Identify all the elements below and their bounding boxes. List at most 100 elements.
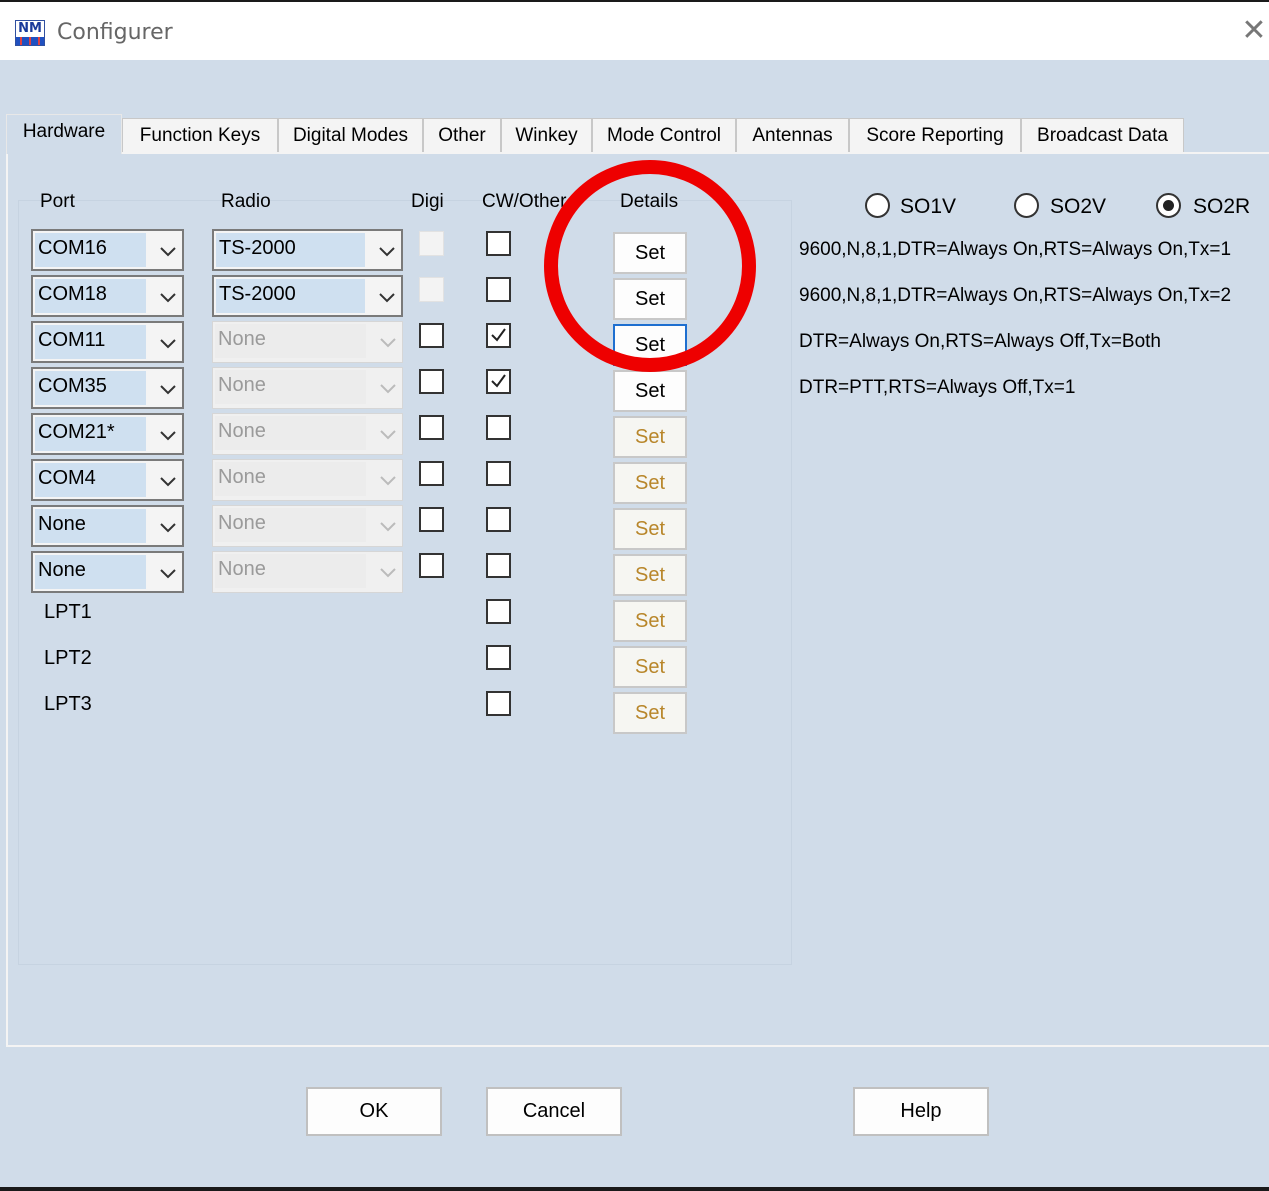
port-detail-text: 9600,N,8,1,DTR=Always On,RTS=Always On,T… (799, 239, 1232, 260)
digi-checkbox[interactable] (419, 553, 444, 578)
cw-other-checkbox[interactable] (486, 277, 511, 302)
digi-checkbox (419, 277, 444, 302)
lpt3-label: LPT3 (44, 693, 92, 715)
details-set-button: Set (613, 508, 687, 550)
so1v-label: SO1V (900, 195, 957, 218)
chevron-down-icon (378, 380, 398, 396)
details-column-header: Details (620, 191, 679, 212)
radio-select-value: None (215, 554, 366, 588)
port-select-value: COM18 (35, 279, 146, 313)
details-set-button: Set (613, 416, 687, 458)
port-select-value: COM16 (35, 233, 146, 267)
details-set-button[interactable]: Set (613, 324, 687, 366)
digi-checkbox[interactable] (419, 369, 444, 394)
radio-select: None (212, 321, 403, 363)
details-set-button[interactable]: Set (613, 370, 687, 412)
port-select-value: None (35, 555, 146, 589)
title-bar: NM Configurer ✕ (0, 0, 1269, 60)
radio-column-header: Radio (221, 191, 271, 212)
so2v-label: SO2V (1050, 195, 1107, 218)
details-set-button: Set (613, 646, 687, 688)
details-set-button: Set (613, 600, 687, 642)
digi-checkbox (419, 231, 444, 256)
so2r-radio[interactable] (1156, 193, 1181, 218)
radio-select-value: None (215, 508, 366, 542)
chevron-down-icon (158, 289, 178, 305)
so2v-radio[interactable] (1014, 193, 1039, 218)
digi-checkbox[interactable] (419, 415, 444, 440)
port-select[interactable]: COM21* (31, 413, 184, 455)
tab-other[interactable]: Other (423, 118, 501, 154)
port-select-value: None (35, 509, 146, 543)
tab-mode-control[interactable]: Mode Control (592, 118, 736, 154)
digi-checkbox[interactable] (419, 461, 444, 486)
chevron-down-icon (158, 427, 178, 443)
cw-other-checkbox[interactable] (486, 553, 511, 578)
radio-select-value: None (215, 462, 366, 496)
radio-select: None (212, 551, 403, 593)
radio-select-value: TS-2000 (216, 279, 365, 313)
ok-button[interactable]: OK (306, 1087, 442, 1136)
radio-select[interactable]: TS-2000 (212, 275, 403, 317)
digi-column-header: Digi (411, 191, 444, 212)
cw-other-checkbox[interactable] (486, 415, 511, 440)
chevron-down-icon (378, 334, 398, 350)
cancel-button[interactable]: Cancel (486, 1087, 622, 1136)
cw-other-checkbox[interactable] (486, 231, 511, 256)
port-select-value: COM35 (35, 371, 146, 405)
chevron-down-icon (378, 472, 398, 488)
radio-selected-dot (1163, 200, 1174, 211)
port-select[interactable]: COM35 (31, 367, 184, 409)
cw-other-checkbox[interactable] (486, 599, 511, 624)
cw-other-checkbox[interactable] (486, 645, 511, 670)
port-select-value: COM21* (35, 417, 146, 451)
chevron-down-icon (378, 564, 398, 580)
so1v-radio[interactable] (865, 193, 890, 218)
cw-other-checkbox[interactable] (486, 369, 511, 394)
tab-broadcast-data[interactable]: Broadcast Data (1021, 118, 1184, 154)
close-icon[interactable]: ✕ (1239, 14, 1269, 50)
digi-checkbox[interactable] (419, 323, 444, 348)
port-select[interactable]: COM11 (31, 321, 184, 363)
port-select[interactable]: None (31, 505, 184, 547)
tab-function-keys[interactable]: Function Keys (122, 118, 278, 154)
chevron-down-icon (158, 565, 178, 581)
details-set-button: Set (613, 554, 687, 596)
chevron-down-icon (158, 381, 178, 397)
port-select[interactable]: COM4 (31, 459, 184, 501)
details-set-button[interactable]: Set (613, 232, 687, 274)
tab-hardware[interactable]: Hardware (6, 114, 122, 154)
lpt1-label: LPT1 (44, 601, 92, 623)
details-set-button[interactable]: Set (613, 278, 687, 320)
radio-select: None (212, 459, 403, 501)
tab-winkey[interactable]: Winkey (501, 118, 592, 154)
port-select[interactable]: COM18 (31, 275, 184, 317)
app-logo-icon: NM (15, 20, 45, 46)
radio-select-value: None (215, 370, 366, 404)
chevron-down-icon (158, 243, 178, 259)
cw-other-checkbox[interactable] (486, 691, 511, 716)
chevron-down-icon (158, 473, 178, 489)
chevron-down-icon (158, 335, 178, 351)
radio-select-value: None (215, 324, 366, 358)
so2r-label: SO2R (1193, 195, 1251, 218)
window-bottom-border (0, 1187, 1269, 1191)
radio-select: None (212, 367, 403, 409)
tab-score-reporting[interactable]: Score Reporting (849, 118, 1021, 154)
port-column-header: Port (40, 191, 75, 212)
digi-checkbox[interactable] (419, 507, 444, 532)
window-title: Configurer (57, 20, 173, 45)
port-select[interactable]: None (31, 551, 184, 593)
cw-other-checkbox[interactable] (486, 323, 511, 348)
port-select[interactable]: COM16 (31, 229, 184, 271)
radio-select[interactable]: TS-2000 (212, 229, 403, 271)
help-button[interactable]: Help (853, 1087, 989, 1136)
radio-select-value: None (215, 416, 366, 450)
cw-other-checkbox[interactable] (486, 461, 511, 486)
radio-select-value: TS-2000 (216, 233, 365, 267)
tab-digital-modes[interactable]: Digital Modes (278, 118, 423, 154)
cw-other-checkbox[interactable] (486, 507, 511, 532)
radio-select: None (212, 413, 403, 455)
chevron-down-icon (378, 518, 398, 534)
tab-antennas[interactable]: Antennas (736, 118, 849, 154)
